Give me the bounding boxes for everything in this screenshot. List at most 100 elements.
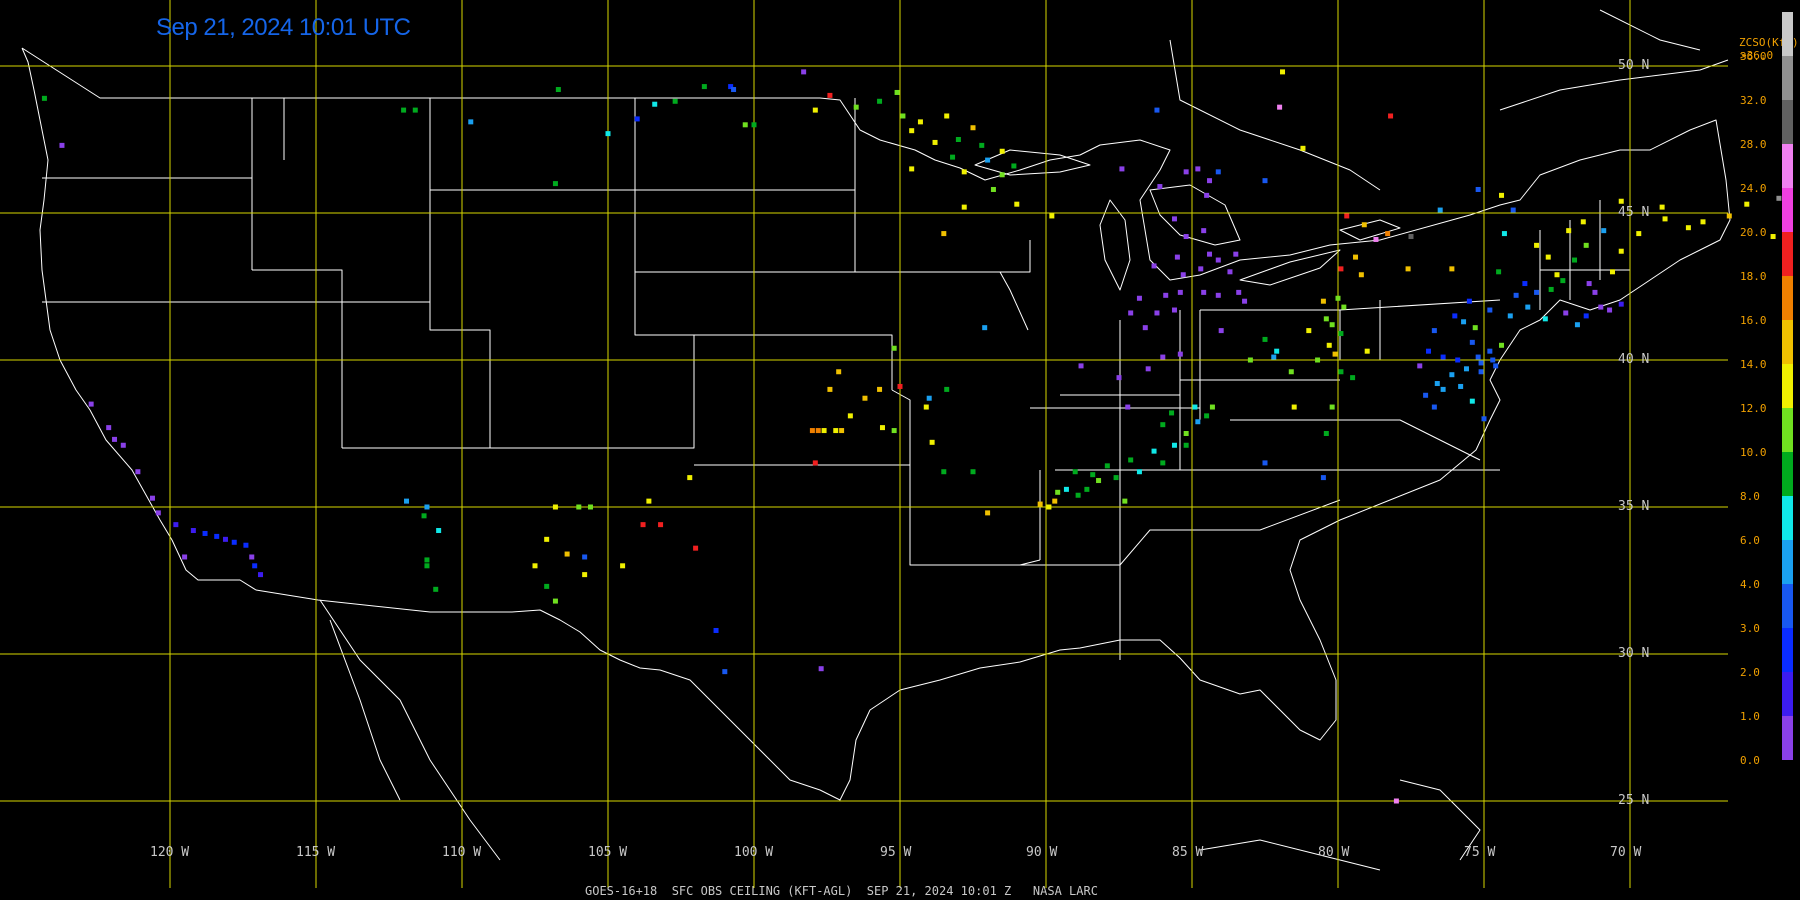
station-marker-204: [1426, 348, 1432, 354]
station-marker-51: [555, 87, 561, 93]
station-marker-215: [1440, 386, 1446, 392]
station-marker-39: [552, 598, 558, 604]
station-marker-107: [985, 510, 991, 516]
station-marker-262: [1726, 213, 1732, 219]
station-marker-110: [1046, 504, 1052, 510]
valid-time: Sep 21, 2024 10:01 UTC: [156, 14, 411, 41]
station-marker-167: [1262, 178, 1268, 184]
station-marker-147: [1177, 289, 1183, 295]
station-marker-229: [1501, 231, 1507, 237]
station-marker-166: [1207, 178, 1213, 184]
station-marker-182: [1341, 304, 1347, 310]
station-marker-209: [1487, 348, 1493, 354]
station-marker-158: [1183, 234, 1189, 240]
station-marker-251: [1583, 313, 1589, 319]
station-marker-245: [1592, 289, 1598, 295]
station-marker-165: [1183, 169, 1189, 175]
station-marker-272: [1277, 104, 1283, 110]
station-marker-126: [1171, 442, 1177, 448]
station-marker-141: [1142, 325, 1148, 331]
station-marker-140: [1177, 351, 1183, 357]
station-marker-206: [1455, 357, 1461, 363]
station-marker-213: [1449, 372, 1455, 378]
station-marker-270: [1388, 113, 1394, 119]
station-marker-86: [999, 172, 1005, 178]
station-marker-130: [1209, 404, 1215, 410]
station-marker-21: [424, 504, 430, 510]
station-marker-117: [1090, 472, 1096, 478]
station-marker-200: [1408, 234, 1414, 240]
station-marker-211: [1478, 360, 1484, 366]
legend-tick-label: 4.0: [1740, 578, 1760, 591]
station-marker-31: [564, 551, 570, 557]
station-marker-92: [877, 386, 883, 392]
station-marker-235: [1548, 286, 1554, 292]
station-marker-208: [1475, 354, 1481, 360]
station-marker-190: [1364, 348, 1370, 354]
station-marker-168: [1119, 166, 1125, 172]
station-marker-131: [1183, 431, 1189, 436]
station-marker-234: [1513, 292, 1519, 298]
station-marker-261: [1659, 204, 1665, 210]
station-marker-11: [202, 530, 208, 536]
latitude-label: 30 N: [1618, 646, 1650, 661]
station-marker-173: [1262, 336, 1268, 342]
station-marker-100: [891, 428, 897, 434]
longitude-label: 80 W: [1318, 845, 1350, 860]
station-marker-12: [214, 533, 220, 539]
station-marker-256: [1662, 216, 1668, 222]
station-marker-161: [1171, 216, 1177, 222]
station-marker-59: [742, 122, 748, 128]
station-marker-244: [1586, 281, 1592, 287]
station-marker-5: [120, 442, 126, 448]
station-marker-87: [891, 345, 897, 351]
station-marker-50: [552, 181, 558, 187]
station-marker-255: [1636, 231, 1642, 237]
station-marker-145: [1136, 295, 1142, 301]
legend-swatch: [1782, 12, 1793, 56]
station-marker-180: [1326, 342, 1332, 348]
station-marker-106: [970, 469, 976, 475]
station-marker-138: [1145, 366, 1151, 372]
station-marker-242: [1572, 257, 1578, 263]
station-marker-8: [155, 510, 161, 516]
station-marker-79: [961, 204, 967, 210]
station-marker-237: [1545, 254, 1551, 260]
station-marker-25: [424, 563, 430, 569]
station-marker-170: [1242, 298, 1248, 304]
station-marker-108: [982, 325, 988, 331]
station-marker-104: [929, 439, 935, 445]
station-marker-274: [1280, 69, 1286, 75]
latitude-label: 40 N: [1618, 352, 1650, 367]
station-marker-68: [909, 128, 915, 134]
station-marker-236: [1554, 272, 1560, 278]
station-marker-70: [932, 139, 938, 145]
station-marker-90: [827, 386, 833, 392]
station-marker-29: [587, 504, 593, 510]
product-caption: GOES-16+18 SFC OBS CEILING (KFT-AGL) SEP…: [585, 884, 1098, 898]
legend-tick-label: 20.0: [1740, 226, 1767, 239]
station-marker-71: [944, 113, 950, 119]
station-marker-95: [833, 428, 839, 434]
legend-swatch: [1782, 320, 1793, 364]
station-marker-63: [827, 92, 833, 98]
station-marker-60: [751, 122, 757, 128]
station-marker-93: [847, 413, 853, 419]
station-marker-73: [970, 125, 976, 131]
station-marker-189: [1320, 475, 1326, 481]
station-marker-163: [1215, 169, 1221, 175]
station-marker-41: [687, 475, 693, 481]
station-marker-243: [1560, 278, 1566, 284]
station-marker-248: [1618, 301, 1624, 307]
legend-swatch: [1782, 496, 1793, 540]
latitude-label: 50 N: [1618, 58, 1650, 73]
station-marker-232: [1534, 289, 1540, 295]
legend-swatch: [1782, 628, 1793, 672]
station-marker-226: [1478, 369, 1484, 375]
station-marker-154: [1227, 269, 1233, 275]
station-marker-85: [1011, 163, 1017, 169]
station-marker-47: [401, 107, 407, 113]
longitude-label: 100 W: [734, 845, 774, 860]
station-marker-61: [801, 69, 807, 75]
station-marker-2: [88, 401, 94, 407]
